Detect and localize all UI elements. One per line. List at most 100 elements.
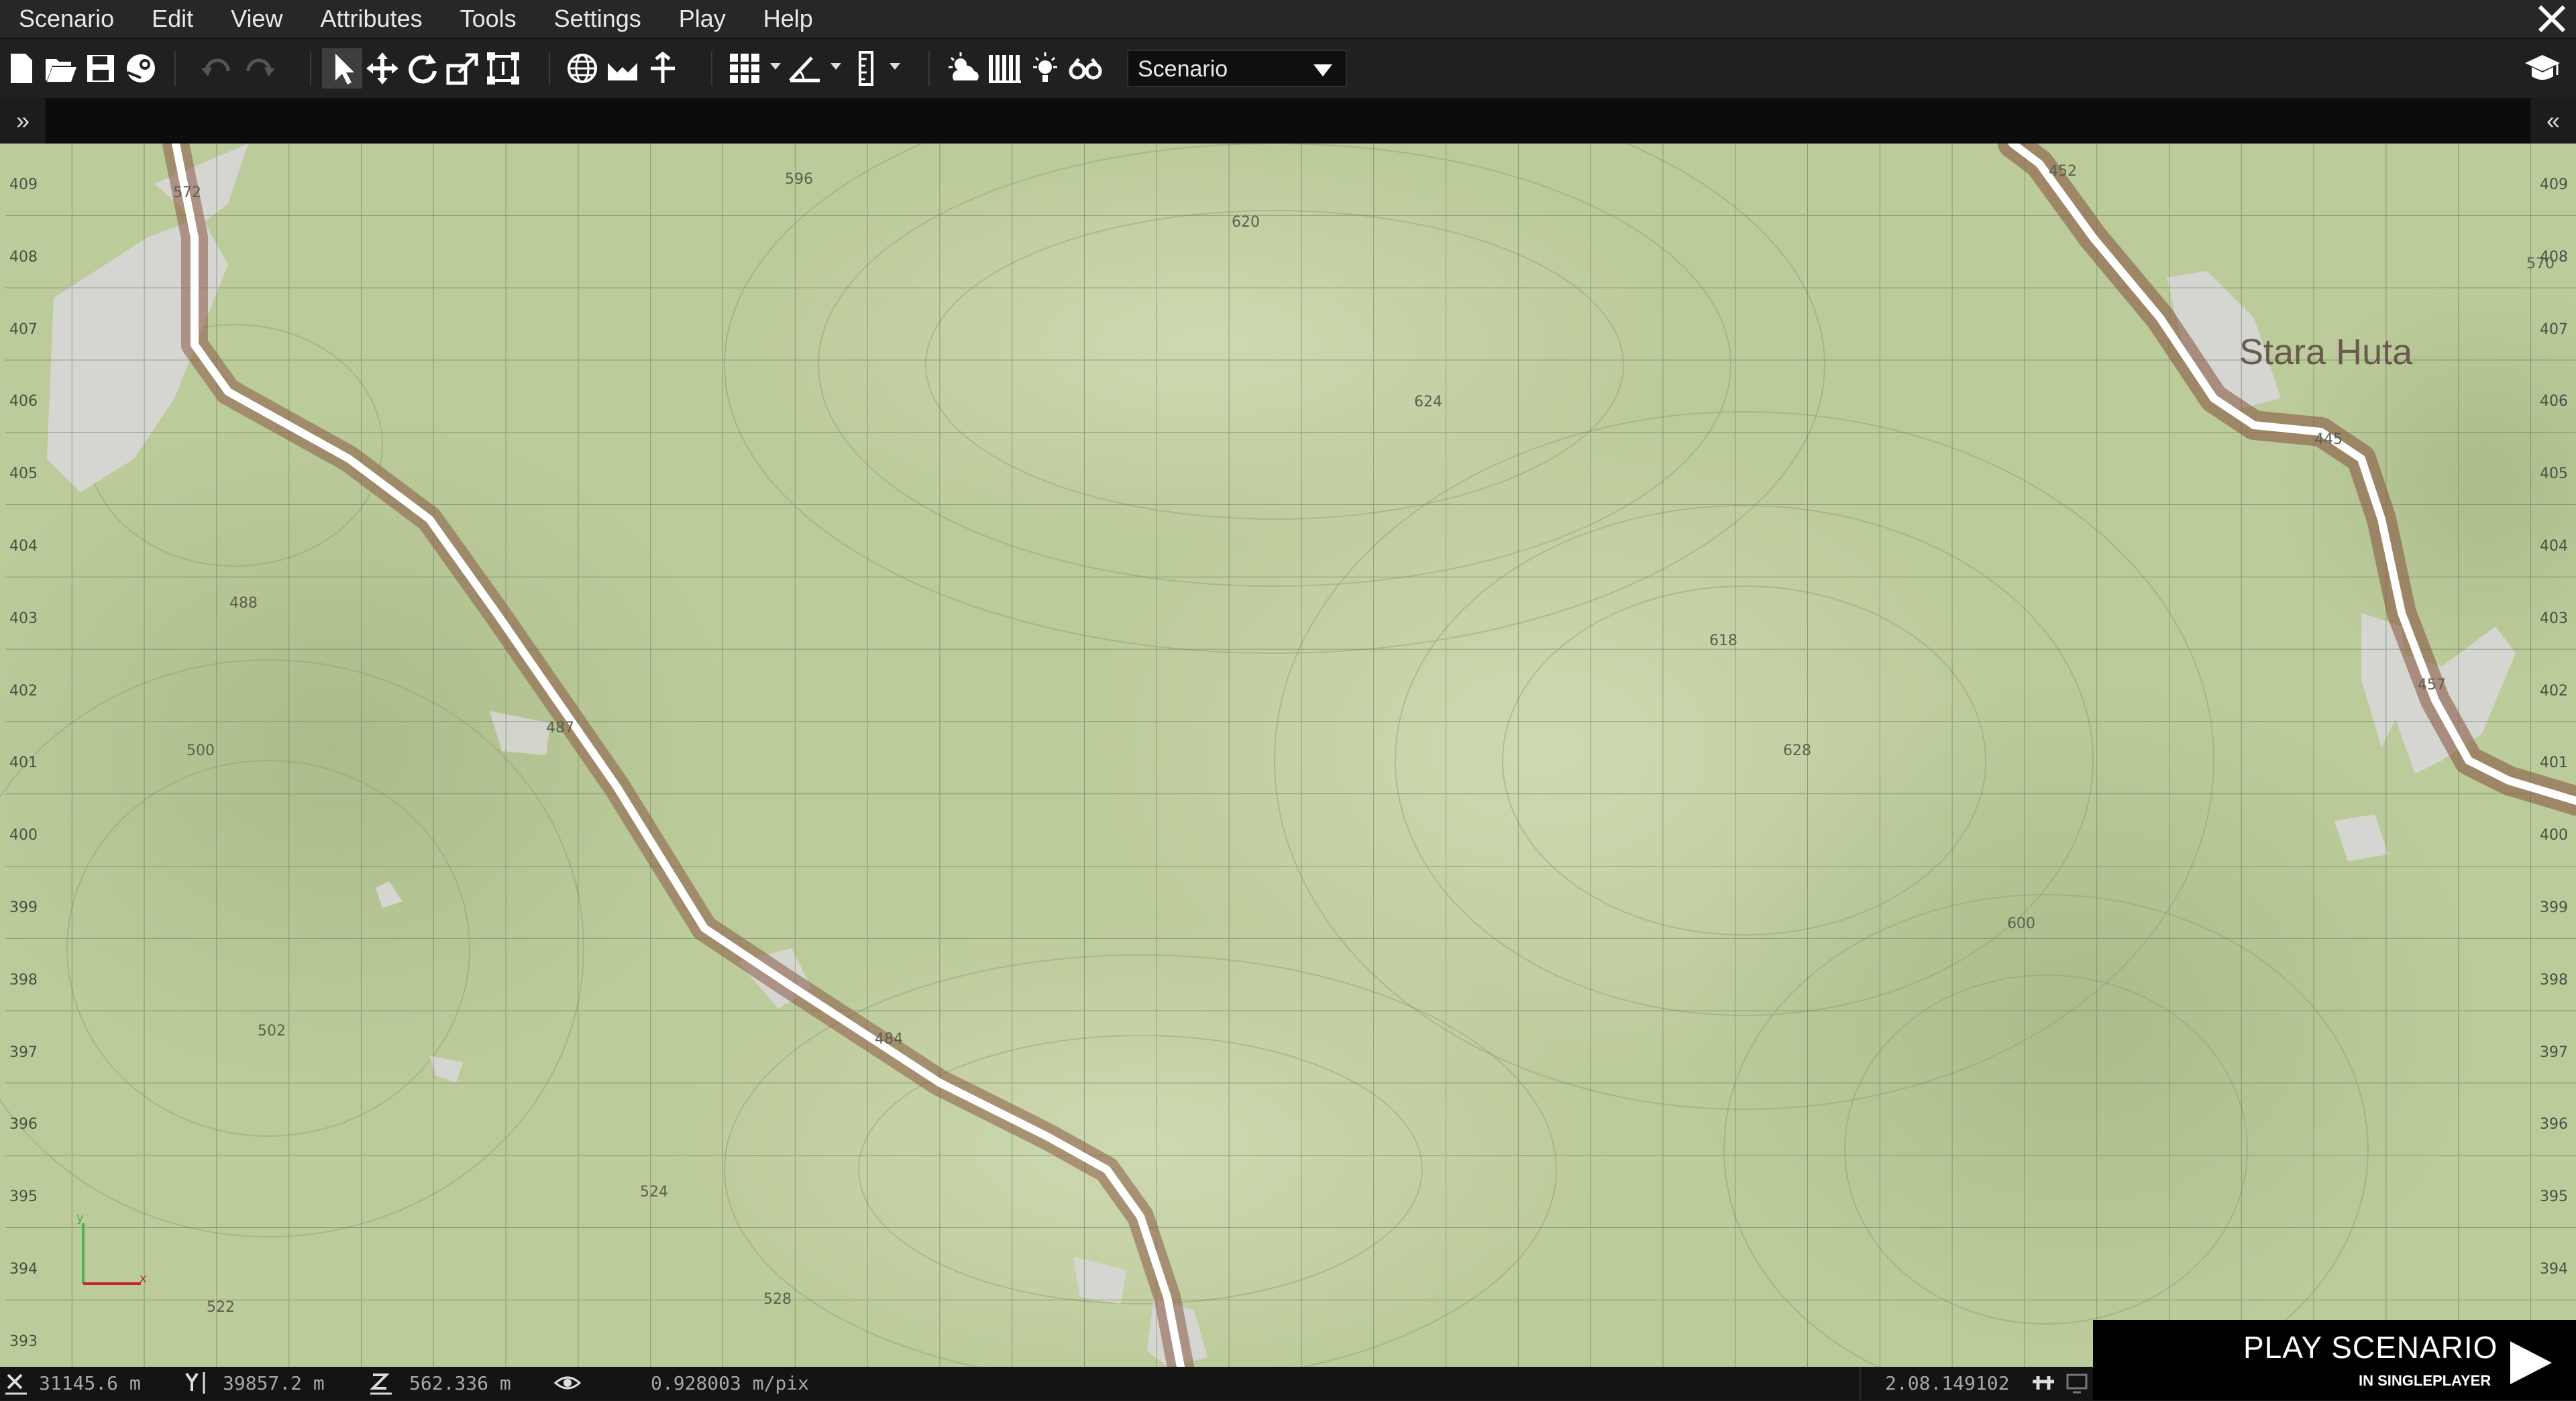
svg-text:403: 403: [2540, 610, 2568, 627]
svg-text:409: 409: [9, 176, 38, 193]
expand-left-panel-button[interactable]: »: [0, 98, 46, 144]
svg-text:500: 500: [186, 742, 215, 759]
menu-bar: Scenario Edit View Attributes Tools Sett…: [0, 0, 2576, 38]
svg-text:404: 404: [2540, 538, 2568, 555]
svg-text:484: 484: [875, 1031, 903, 1048]
svg-text:399: 399: [9, 899, 38, 916]
version-label: 2.08.149102: [1885, 1372, 2010, 1394]
svg-text:394: 394: [9, 1261, 38, 1278]
svg-text:400: 400: [2540, 827, 2568, 844]
svg-text:596: 596: [785, 171, 813, 188]
close-icon[interactable]: [2533, 0, 2571, 38]
svg-text:x: x: [140, 1272, 147, 1286]
menu-help[interactable]: Help: [745, 0, 832, 38]
svg-text:522: 522: [207, 1299, 235, 1316]
open-folder-icon[interactable]: [40, 48, 80, 89]
save-icon[interactable]: [80, 48, 121, 89]
svg-text:405: 405: [2540, 465, 2568, 482]
panel-strip: » «: [0, 98, 2576, 144]
steam-icon[interactable]: [121, 48, 161, 89]
svg-text:502: 502: [258, 1023, 286, 1040]
cursor-z-readout: 562.336 m: [409, 1372, 511, 1394]
play-icon: [2504, 1336, 2557, 1390]
svg-text:398: 398: [9, 972, 38, 989]
weather-icon[interactable]: [945, 48, 985, 89]
new-file-icon[interactable]: [1, 48, 42, 89]
svg-text:399: 399: [2540, 899, 2568, 916]
svg-text:408: 408: [9, 249, 38, 266]
town-label: Stara Huta: [2239, 332, 2413, 372]
svg-text:404: 404: [9, 538, 38, 555]
menu-edit[interactable]: Edit: [133, 0, 212, 38]
select-tool-icon[interactable]: [322, 48, 362, 89]
svg-text:406: 406: [2540, 393, 2568, 410]
redo-icon[interactable]: [239, 48, 279, 89]
terrain-snap-icon[interactable]: [602, 48, 643, 89]
status-bar: 31145.6 m 39857.2 m 562.336 m 0.928003 m…: [0, 1367, 2093, 1400]
ruler-dropdown-caret[interactable]: [890, 63, 900, 70]
library-icon[interactable]: [985, 48, 1025, 89]
network-icon[interactable]: [2030, 1369, 2057, 1396]
rotate-tool-icon[interactable]: [402, 48, 443, 89]
eye-icon[interactable]: [553, 1369, 582, 1396]
mode-select-value: Scenario: [1138, 56, 1228, 82]
undo-icon[interactable]: [197, 48, 237, 89]
svg-text:398: 398: [2540, 972, 2568, 989]
play-scenario-title: PLAY SCENARIO: [2243, 1330, 2498, 1365]
svg-text:401: 401: [9, 754, 38, 771]
play-scenario-subtitle: IN SINGLEPLAYER: [2359, 1372, 2491, 1389]
mode-select[interactable]: Scenario: [1127, 50, 1347, 87]
globe-icon[interactable]: [562, 48, 602, 89]
scale-tool-icon[interactable]: [443, 48, 483, 89]
binoculars-icon[interactable]: [1065, 48, 1106, 89]
svg-text:488: 488: [229, 595, 258, 612]
play-scenario-button[interactable]: PLAY SCENARIO IN SINGLEPLAYER: [2093, 1320, 2576, 1400]
y-axis-icon: [182, 1369, 209, 1396]
grid-dropdown-caret[interactable]: [770, 63, 781, 70]
svg-text:403: 403: [9, 610, 38, 627]
menu-attributes[interactable]: Attributes: [302, 0, 441, 38]
svg-text:407: 407: [9, 321, 38, 338]
chevron-down-icon: [1309, 58, 1336, 82]
expand-right-panel-button[interactable]: «: [2530, 98, 2576, 144]
svg-text:618: 618: [1709, 632, 1737, 649]
menu-tools[interactable]: Tools: [441, 0, 535, 38]
svg-text:487: 487: [546, 720, 574, 736]
graduation-cap-icon[interactable]: [2522, 50, 2563, 87]
menu-view[interactable]: View: [212, 0, 301, 38]
svg-text:624: 624: [1414, 394, 1442, 410]
svg-text:396: 396: [2540, 1116, 2568, 1133]
map-view[interactable]: y x 409 408 407 406 405 404 403 402 401 …: [0, 144, 2576, 1367]
svg-text:397: 397: [2540, 1044, 2568, 1061]
svg-text:524: 524: [640, 1184, 668, 1200]
svg-text:628: 628: [1783, 742, 1811, 759]
cursor-x-readout: 31145.6 m: [39, 1372, 141, 1394]
svg-text:y: y: [76, 1211, 84, 1225]
svg-text:393: 393: [9, 1333, 38, 1350]
menu-settings[interactable]: Settings: [535, 0, 660, 38]
ruler-icon[interactable]: [847, 48, 887, 89]
svg-text:394: 394: [2540, 1261, 2568, 1278]
vertical-icon[interactable]: [643, 48, 683, 89]
svg-text:570: 570: [2526, 256, 2555, 272]
svg-text:401: 401: [2540, 754, 2568, 771]
monitor-icon[interactable]: [2063, 1369, 2090, 1396]
map-scale-readout: 0.928003 m/pix: [651, 1372, 810, 1394]
svg-text:400: 400: [9, 827, 38, 844]
grid-icon[interactable]: [724, 48, 765, 89]
svg-text:407: 407: [2540, 321, 2568, 338]
svg-text:406: 406: [9, 393, 38, 410]
angle-icon[interactable]: [785, 48, 825, 89]
lighting-icon[interactable]: [1025, 48, 1065, 89]
menu-play[interactable]: Play: [660, 0, 745, 38]
move-tool-icon[interactable]: [362, 48, 402, 89]
svg-text:452: 452: [2049, 163, 2077, 180]
area-tool-icon[interactable]: [483, 48, 523, 89]
svg-text:402: 402: [2540, 683, 2568, 699]
angle-dropdown-caret[interactable]: [830, 63, 841, 70]
map-grid: [5, 144, 2576, 1367]
svg-text:409: 409: [2540, 176, 2568, 193]
svg-text:528: 528: [763, 1291, 792, 1308]
menu-scenario[interactable]: Scenario: [0, 0, 133, 38]
svg-text:445: 445: [2314, 431, 2343, 448]
